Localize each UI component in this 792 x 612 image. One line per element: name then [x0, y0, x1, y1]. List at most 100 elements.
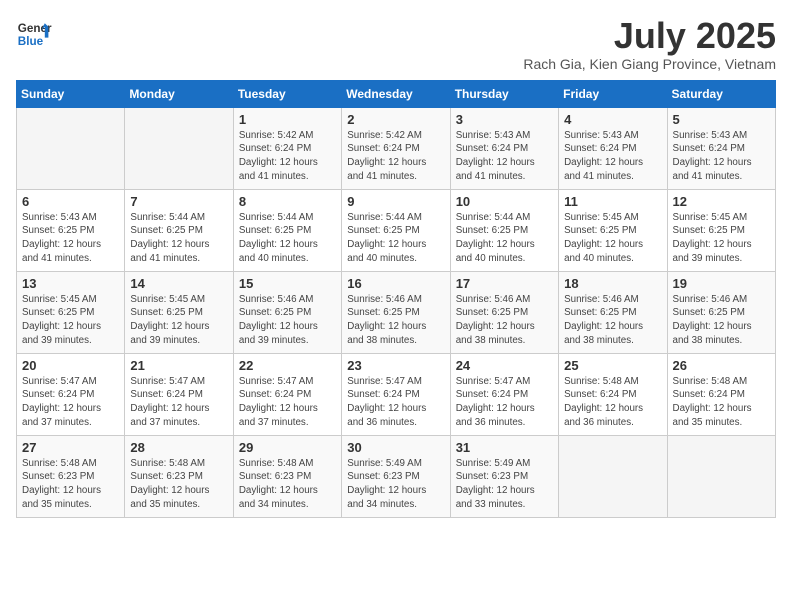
- calendar-cell: 8Sunrise: 5:44 AM Sunset: 6:25 PM Daylig…: [233, 189, 341, 271]
- weekday-header: Monday: [125, 80, 233, 107]
- day-info: Sunrise: 5:46 AM Sunset: 6:25 PM Dayligh…: [239, 293, 336, 348]
- calendar-cell: 27 Sunrise: 5:48 AM Sunset: 6:23 PM Dayli…: [17, 435, 125, 517]
- day-info: Sunrise: 5:48 AM Sunset: 6:23 PM Dayligh…: [22, 457, 119, 512]
- calendar-body: 1 Sunrise: 5:42 AM Sunset: 6:24 PM Daylig…: [17, 107, 776, 517]
- calendar-cell: 20 Sunrise: 5:47 AM Sunset: 6:24 PM Dayli…: [17, 353, 125, 435]
- calendar-cell: 19 Sunrise: 5:46 AM Sunset: 6:25 PM Dayli…: [667, 271, 775, 353]
- day-info: Sunrise: 5:48 AM Sunset: 6:23 PM Dayligh…: [239, 457, 336, 512]
- day-number: 3: [456, 112, 553, 127]
- day-info: Sunrise: 5:46 AM Sunset: 6:25 PM Dayligh…: [673, 293, 770, 348]
- day-number: 27: [22, 440, 119, 455]
- day-number: 29: [239, 440, 336, 455]
- day-info: Sunrise: 5:45 AM Sunset: 6:25 PM Dayligh…: [673, 211, 770, 266]
- calendar-cell: 21 Sunrise: 5:47 AM Sunset: 6:24 PM Dayli…: [125, 353, 233, 435]
- calendar-cell: 5 Sunrise: 5:43 AM Sunset: 6:24 PM Daylig…: [667, 107, 775, 189]
- calendar-cell: [125, 107, 233, 189]
- day-number: 10: [456, 194, 553, 209]
- calendar-week-row: 27 Sunrise: 5:48 AM Sunset: 6:23 PM Dayli…: [17, 435, 776, 517]
- day-number: 4: [564, 112, 661, 127]
- day-number: 18: [564, 276, 661, 291]
- calendar-week-row: 13Sunrise: 5:45 AM Sunset: 6:25 PM Dayli…: [17, 271, 776, 353]
- day-number: 20: [22, 358, 119, 373]
- day-info: Sunrise: 5:44 AM Sunset: 6:25 PM Dayligh…: [456, 211, 553, 266]
- calendar-cell: 24 Sunrise: 5:47 AM Sunset: 6:24 PM Dayli…: [450, 353, 558, 435]
- day-info: Sunrise: 5:47 AM Sunset: 6:24 PM Dayligh…: [22, 375, 119, 430]
- day-info: Sunrise: 5:47 AM Sunset: 6:24 PM Dayligh…: [239, 375, 336, 430]
- logo-icon: General Blue: [16, 16, 52, 52]
- day-number: 9: [347, 194, 444, 209]
- day-info: Sunrise: 5:47 AM Sunset: 6:24 PM Dayligh…: [347, 375, 444, 430]
- weekday-header: Sunday: [17, 80, 125, 107]
- calendar-cell: [17, 107, 125, 189]
- calendar-cell: 22 Sunrise: 5:47 AM Sunset: 6:24 PM Dayli…: [233, 353, 341, 435]
- day-info: Sunrise: 5:43 AM Sunset: 6:24 PM Dayligh…: [673, 129, 770, 184]
- calendar-cell: 26Sunrise: 5:48 AM Sunset: 6:24 PM Dayli…: [667, 353, 775, 435]
- day-number: 21: [130, 358, 227, 373]
- day-number: 5: [673, 112, 770, 127]
- calendar-header: SundayMondayTuesdayWednesdayThursdayFrid…: [17, 80, 776, 107]
- calendar-cell: [559, 435, 667, 517]
- calendar-cell: 15Sunrise: 5:46 AM Sunset: 6:25 PM Dayli…: [233, 271, 341, 353]
- calendar-cell: 4Sunrise: 5:43 AM Sunset: 6:24 PM Daylig…: [559, 107, 667, 189]
- calendar-week-row: 6Sunrise: 5:43 AM Sunset: 6:25 PM Daylig…: [17, 189, 776, 271]
- day-number: 1: [239, 112, 336, 127]
- calendar-cell: 16Sunrise: 5:46 AM Sunset: 6:25 PM Dayli…: [342, 271, 450, 353]
- weekday-header: Tuesday: [233, 80, 341, 107]
- calendar-cell: 14 Sunrise: 5:45 AM Sunset: 6:25 PM Dayli…: [125, 271, 233, 353]
- calendar-cell: 28Sunrise: 5:48 AM Sunset: 6:23 PM Dayli…: [125, 435, 233, 517]
- calendar-cell: 3Sunrise: 5:43 AM Sunset: 6:24 PM Daylig…: [450, 107, 558, 189]
- day-number: 23: [347, 358, 444, 373]
- day-number: 24: [456, 358, 553, 373]
- day-number: 17: [456, 276, 553, 291]
- day-number: 30: [347, 440, 444, 455]
- calendar-cell: 23 Sunrise: 5:47 AM Sunset: 6:24 PM Dayli…: [342, 353, 450, 435]
- day-number: 26: [673, 358, 770, 373]
- page-header: General Blue July 2025 Rach Gia, Kien Gi…: [16, 16, 776, 72]
- calendar-cell: 30 Sunrise: 5:49 AM Sunset: 6:23 PM Dayli…: [342, 435, 450, 517]
- day-info: Sunrise: 5:49 AM Sunset: 6:23 PM Dayligh…: [347, 457, 444, 512]
- logo: General Blue: [16, 16, 52, 52]
- weekday-header: Saturday: [667, 80, 775, 107]
- day-info: Sunrise: 5:42 AM Sunset: 6:24 PM Dayligh…: [239, 129, 336, 184]
- day-number: 25: [564, 358, 661, 373]
- calendar-cell: [667, 435, 775, 517]
- day-info: Sunrise: 5:47 AM Sunset: 6:24 PM Dayligh…: [456, 375, 553, 430]
- day-info: Sunrise: 5:45 AM Sunset: 6:25 PM Dayligh…: [564, 211, 661, 266]
- weekday-row: SundayMondayTuesdayWednesdayThursdayFrid…: [17, 80, 776, 107]
- calendar-cell: 2Sunrise: 5:42 AM Sunset: 6:24 PM Daylig…: [342, 107, 450, 189]
- calendar-cell: 6Sunrise: 5:43 AM Sunset: 6:25 PM Daylig…: [17, 189, 125, 271]
- calendar-cell: 11 Sunrise: 5:45 AM Sunset: 6:25 PM Dayli…: [559, 189, 667, 271]
- day-number: 6: [22, 194, 119, 209]
- calendar-week-row: 1 Sunrise: 5:42 AM Sunset: 6:24 PM Daylig…: [17, 107, 776, 189]
- calendar-cell: 17 Sunrise: 5:46 AM Sunset: 6:25 PM Dayli…: [450, 271, 558, 353]
- calendar-cell: 9 Sunrise: 5:44 AM Sunset: 6:25 PM Daylig…: [342, 189, 450, 271]
- day-number: 22: [239, 358, 336, 373]
- day-number: 31: [456, 440, 553, 455]
- day-info: Sunrise: 5:46 AM Sunset: 6:25 PM Dayligh…: [347, 293, 444, 348]
- day-number: 8: [239, 194, 336, 209]
- day-info: Sunrise: 5:46 AM Sunset: 6:25 PM Dayligh…: [456, 293, 553, 348]
- calendar-table: SundayMondayTuesdayWednesdayThursdayFrid…: [16, 80, 776, 518]
- weekday-header: Thursday: [450, 80, 558, 107]
- title-area: July 2025 Rach Gia, Kien Giang Province,…: [523, 16, 776, 72]
- calendar-week-row: 20 Sunrise: 5:47 AM Sunset: 6:24 PM Dayli…: [17, 353, 776, 435]
- day-info: Sunrise: 5:44 AM Sunset: 6:25 PM Dayligh…: [347, 211, 444, 266]
- day-number: 7: [130, 194, 227, 209]
- day-number: 11: [564, 194, 661, 209]
- calendar-cell: 13Sunrise: 5:45 AM Sunset: 6:25 PM Dayli…: [17, 271, 125, 353]
- calendar-cell: 10 Sunrise: 5:44 AM Sunset: 6:25 PM Dayli…: [450, 189, 558, 271]
- calendar-cell: 12 Sunrise: 5:45 AM Sunset: 6:25 PM Dayli…: [667, 189, 775, 271]
- day-info: Sunrise: 5:45 AM Sunset: 6:25 PM Dayligh…: [130, 293, 227, 348]
- svg-text:Blue: Blue: [18, 35, 44, 48]
- day-number: 14: [130, 276, 227, 291]
- day-info: Sunrise: 5:47 AM Sunset: 6:24 PM Dayligh…: [130, 375, 227, 430]
- day-number: 12: [673, 194, 770, 209]
- calendar-cell: 31Sunrise: 5:49 AM Sunset: 6:23 PM Dayli…: [450, 435, 558, 517]
- day-number: 19: [673, 276, 770, 291]
- day-info: Sunrise: 5:44 AM Sunset: 6:25 PM Dayligh…: [130, 211, 227, 266]
- day-info: Sunrise: 5:46 AM Sunset: 6:25 PM Dayligh…: [564, 293, 661, 348]
- day-info: Sunrise: 5:45 AM Sunset: 6:25 PM Dayligh…: [22, 293, 119, 348]
- month-title: July 2025: [523, 16, 776, 56]
- day-number: 2: [347, 112, 444, 127]
- day-info: Sunrise: 5:48 AM Sunset: 6:24 PM Dayligh…: [564, 375, 661, 430]
